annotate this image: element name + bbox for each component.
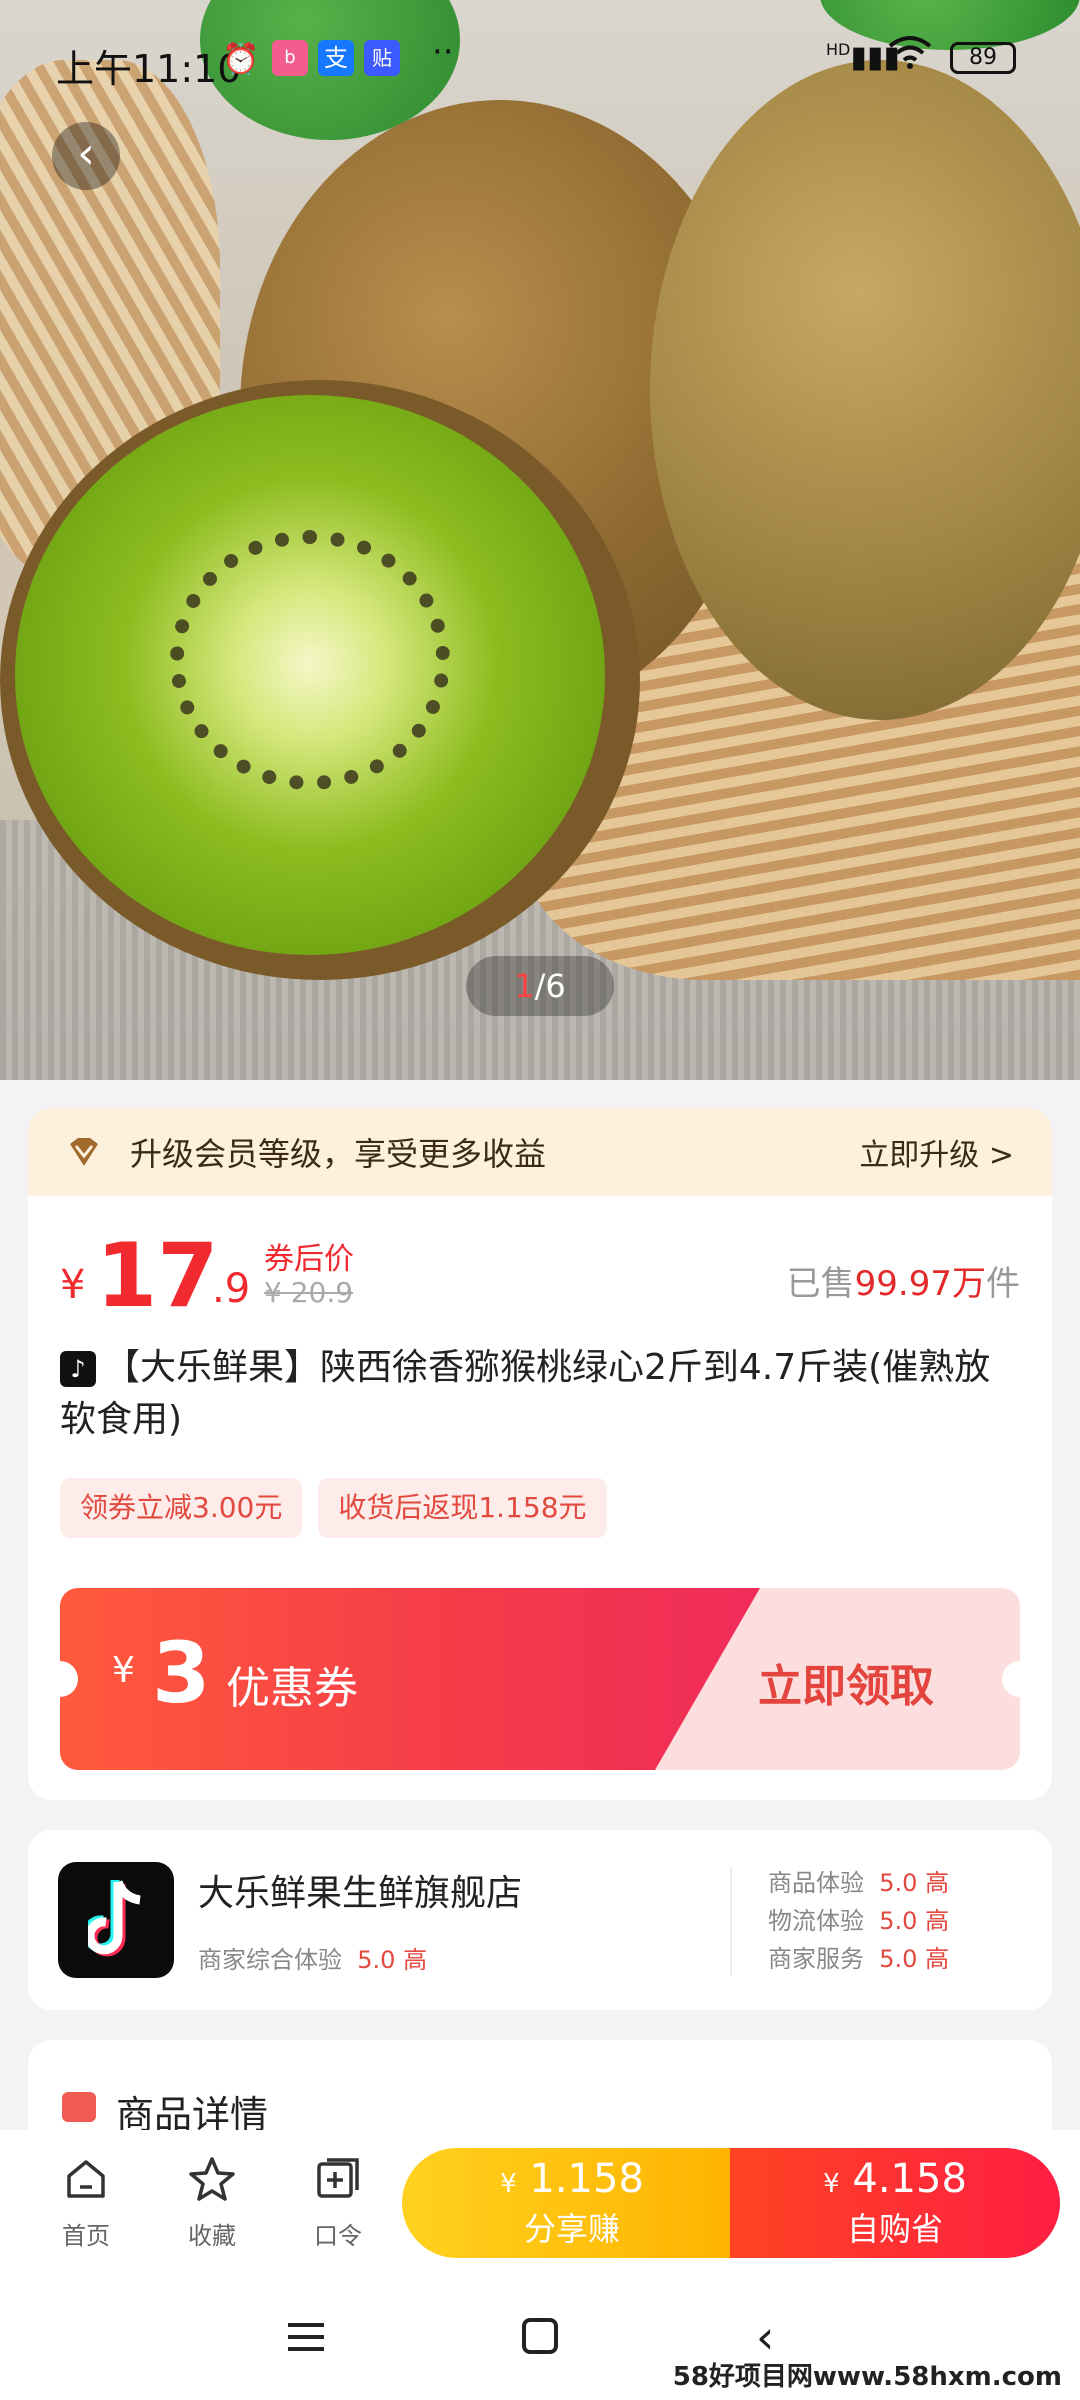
- coupon-banner[interactable]: ¥ 3 优惠券 立即领取: [60, 1588, 1020, 1770]
- watermark-text: 58好项目网www.58hxm.com: [666, 2354, 1068, 2395]
- kiwi-seeds: [170, 530, 450, 790]
- bottom-action-bar: 首页 收藏 口令 ¥ 1.158 分享赚 ¥ 4.158 自购省: [0, 2130, 1080, 2270]
- share-amount: ¥ 1.158: [500, 2156, 644, 2202]
- coupon-amount: 3: [152, 1624, 211, 1722]
- metric-logistics: 物流体验 5.0 高: [768, 1907, 950, 1935]
- shop-overall-rating: 商家综合体验 5.0 高: [198, 1946, 428, 1974]
- member-upgrade-banner[interactable]: 升级会员等级，享受更多收益 立即升级 >: [28, 1108, 1052, 1196]
- nav-favorite-label: 收藏: [188, 2222, 236, 2250]
- buy-label: 自购省: [846, 2210, 943, 2248]
- metric-service: 商家服务 5.0 高: [768, 1945, 950, 1973]
- diamond-icon: [66, 1134, 102, 1170]
- product-image-gallery[interactable]: [0, 0, 1080, 1080]
- shopping-bag-icon: [62, 2092, 96, 2122]
- nav-home[interactable]: 首页: [36, 2154, 136, 2251]
- price-row: ¥ 17 .9 券后价 ¥ 20.9 已售99.97万件: [60, 1224, 1020, 1327]
- chevron-left-icon: ‹: [77, 128, 95, 179]
- coupon-discount-tag: 领券立减3.00元: [60, 1478, 303, 1538]
- shop-metrics: 商品体验 5.0 高 物流体验 5.0 高 商家服务 5.0 高: [768, 1864, 949, 1978]
- member-banner-text: 升级会员等级，享受更多收益: [130, 1135, 547, 1173]
- star-icon: [189, 2157, 235, 2201]
- wifi-icon: [888, 34, 932, 79]
- original-price: ¥ 20.9: [264, 1276, 354, 1309]
- douyin-logo-icon: [88, 1880, 141, 1957]
- nav-password-label: 口令: [314, 2222, 362, 2250]
- pager-total: /6: [534, 967, 566, 1005]
- shop-divider: [730, 1866, 732, 1976]
- douyin-icon: ♪: [60, 1351, 96, 1387]
- tieba-icon: 贴: [364, 40, 400, 76]
- price-integer: 17: [96, 1224, 219, 1327]
- metric-product: 商品体验 5.0 高: [768, 1869, 950, 1897]
- app-root: 上午11:10 ⏰ b 支 贴 ·· HD▮▮▮ 89 ‹ 1/6 升级会员等级…: [0, 0, 1080, 2400]
- share-earn-button[interactable]: ¥ 1.158 分享赚: [402, 2148, 742, 2258]
- product-title: ♪ 【大乐鲜果】陕西徐香猕猴桃绿心2斤到4.7斤装(催熟放软食用): [60, 1342, 1020, 1446]
- home-icon: [67, 2160, 105, 2198]
- cashback-tag: 收货后返现1.158元: [318, 1478, 607, 1538]
- nav-favorite[interactable]: 收藏: [162, 2154, 262, 2251]
- alarm-icon: ⏰: [222, 42, 260, 77]
- coupon-notch-right: [1002, 1661, 1020, 1697]
- status-bar: 上午11:10 ⏰ b 支 贴 ·· HD▮▮▮ 89: [0, 28, 1080, 98]
- price-decimal: .9: [212, 1266, 251, 1312]
- more-notifications-icon: ··: [432, 32, 454, 72]
- buy-amount: ¥ 4.158: [823, 2156, 967, 2202]
- shop-name: 大乐鲜果生鲜旗舰店: [198, 1873, 523, 1914]
- home-square-icon[interactable]: [522, 2318, 558, 2354]
- after-coupon-label: 券后价: [264, 1242, 354, 1277]
- menu-icon[interactable]: [286, 2322, 326, 2352]
- promo-tags: 领券立减3.00元 收货后返现1.158元: [60, 1478, 607, 1538]
- nav-home-label: 首页: [62, 2222, 110, 2250]
- price-currency: ¥: [60, 1262, 86, 1308]
- product-info-card: 升级会员等级，享受更多收益 立即升级 > ¥ 17 .9 券后价 ¥ 20.9 …: [28, 1108, 1052, 1800]
- pager-current: 1: [514, 967, 535, 1005]
- product-details-section: 商品详情: [28, 2040, 1052, 2140]
- bilibili-icon: b: [272, 40, 308, 76]
- battery-indicator: 89: [950, 42, 1016, 74]
- status-time: 上午11:10: [56, 47, 242, 91]
- nav-password[interactable]: 口令: [288, 2154, 388, 2251]
- coupon-label: 优惠券: [226, 1663, 358, 1714]
- product-title-text: 【大乐鲜果】陕西徐香猕猴桃绿心2斤到4.7斤装(催熟放软食用): [60, 1347, 991, 1440]
- upgrade-now-link[interactable]: 立即升级 >: [859, 1130, 1014, 1174]
- shop-card[interactable]: 大乐鲜果生鲜旗舰店 商家综合体验 5.0 高 商品体验 5.0 高 物流体验 5…: [28, 1830, 1052, 2010]
- shop-logo: [58, 1862, 174, 1978]
- add-box-icon: [317, 2158, 359, 2198]
- self-buy-button[interactable]: ¥ 4.158 自购省: [730, 2148, 1060, 2258]
- alipay-icon: 支: [318, 40, 354, 76]
- sold-count: 已售99.97万件: [786, 1264, 1020, 1304]
- back-button[interactable]: ‹: [52, 122, 120, 190]
- claim-coupon-button[interactable]: 立即领取: [758, 1650, 934, 1714]
- coupon-currency: ¥: [112, 1650, 135, 1691]
- share-label: 分享赚: [523, 2210, 620, 2248]
- image-pager: 1/6: [466, 956, 614, 1016]
